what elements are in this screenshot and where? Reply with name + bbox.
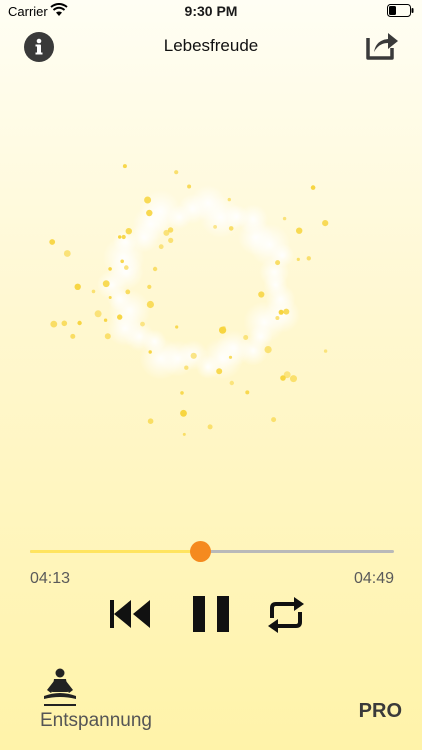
elapsed-time: 04:13 [30, 570, 71, 587]
particle-dot [94, 310, 102, 318]
page-title: Lebesfreude [163, 36, 259, 55]
particle-dot [290, 375, 297, 383]
particle-dot [168, 237, 174, 243]
particle-dot [222, 326, 226, 330]
particle-dot [323, 349, 328, 353]
particle-dot [278, 309, 284, 315]
particle-dot [227, 197, 231, 202]
particle-dot [102, 280, 110, 288]
status-time: 9:30 PM [184, 3, 238, 19]
particle-dot [158, 244, 164, 250]
particle-dot [213, 225, 218, 229]
particle-dot [108, 296, 112, 299]
category-label[interactable]: Entspannung [40, 710, 152, 732]
particle-dot [118, 235, 122, 239]
particle-dot [175, 325, 179, 329]
particle-dot [146, 300, 154, 309]
particle-dot [121, 234, 126, 240]
meditation-icon[interactable] [42, 668, 78, 708]
particle-dot [74, 283, 81, 290]
particle-dot [245, 390, 250, 395]
pause-icon[interactable] [191, 594, 231, 634]
particle-dot [243, 335, 249, 340]
particle-dot [148, 350, 152, 354]
particle-dot [117, 314, 123, 320]
particle-dot [174, 170, 179, 175]
header: Lebesfreude [0, 24, 422, 68]
particle-dot [228, 226, 234, 231]
particle-dot [190, 352, 197, 359]
share-icon[interactable] [364, 28, 400, 60]
particle-dot [50, 320, 58, 328]
particle-dot [322, 220, 329, 227]
particle-dot [207, 424, 213, 430]
particle-dot [70, 333, 76, 339]
particle-dot [283, 308, 290, 315]
particle-dot [147, 284, 152, 289]
pro-button[interactable]: PRO [359, 700, 402, 723]
particle-dot [275, 260, 281, 266]
status-bar: Carrier 9:30 PM [0, 0, 422, 24]
particle-dot [282, 216, 287, 221]
particle-dot [124, 265, 129, 270]
particle-dot [310, 185, 316, 190]
progress-fill [30, 550, 201, 553]
particle-dot [264, 346, 272, 354]
rewind-icon[interactable] [108, 598, 152, 630]
total-time: 04:49 [353, 570, 394, 587]
progress-thumb[interactable] [190, 541, 212, 562]
particle-dot [184, 365, 189, 370]
particle-dot [61, 320, 68, 327]
particle-animation [49, 164, 329, 436]
particle-dot [216, 368, 223, 375]
particle-dot [91, 289, 96, 294]
particle-dot [104, 333, 111, 340]
particle-dot [108, 267, 112, 271]
particle-dot [180, 409, 187, 417]
particle-dot [49, 239, 56, 245]
particle-dot [228, 355, 233, 359]
particle-dot [147, 418, 154, 425]
particle-dot [187, 184, 192, 189]
particle-dot [122, 164, 127, 169]
particle-dot [271, 417, 277, 423]
particle-dot [258, 291, 265, 298]
repeat-icon[interactable] [264, 594, 308, 636]
particle-dot [125, 228, 132, 235]
particle-dot [180, 391, 184, 395]
particle-dot [182, 432, 186, 436]
battery-icon [387, 4, 414, 17]
particle-dot [125, 289, 131, 295]
particle-dot [63, 250, 71, 257]
particle-dot [146, 209, 153, 217]
particle-dot [275, 316, 280, 320]
progress-slider[interactable] [30, 541, 394, 562]
particle-dot [229, 380, 234, 386]
particle-glow [259, 257, 290, 288]
footer: Entspannung PRO [0, 660, 422, 750]
particle-dot [140, 321, 145, 327]
playback-controls [0, 590, 422, 640]
particle-dot [296, 227, 303, 234]
particle-dot [163, 229, 170, 236]
particle-dot [144, 196, 152, 204]
particle-dot [103, 318, 108, 322]
particle-dot [152, 266, 158, 272]
particle-dot [306, 256, 311, 261]
particle-dot [296, 257, 300, 261]
particle-dot [280, 375, 286, 381]
particle-dot [77, 320, 82, 326]
particle-dot [120, 259, 124, 264]
